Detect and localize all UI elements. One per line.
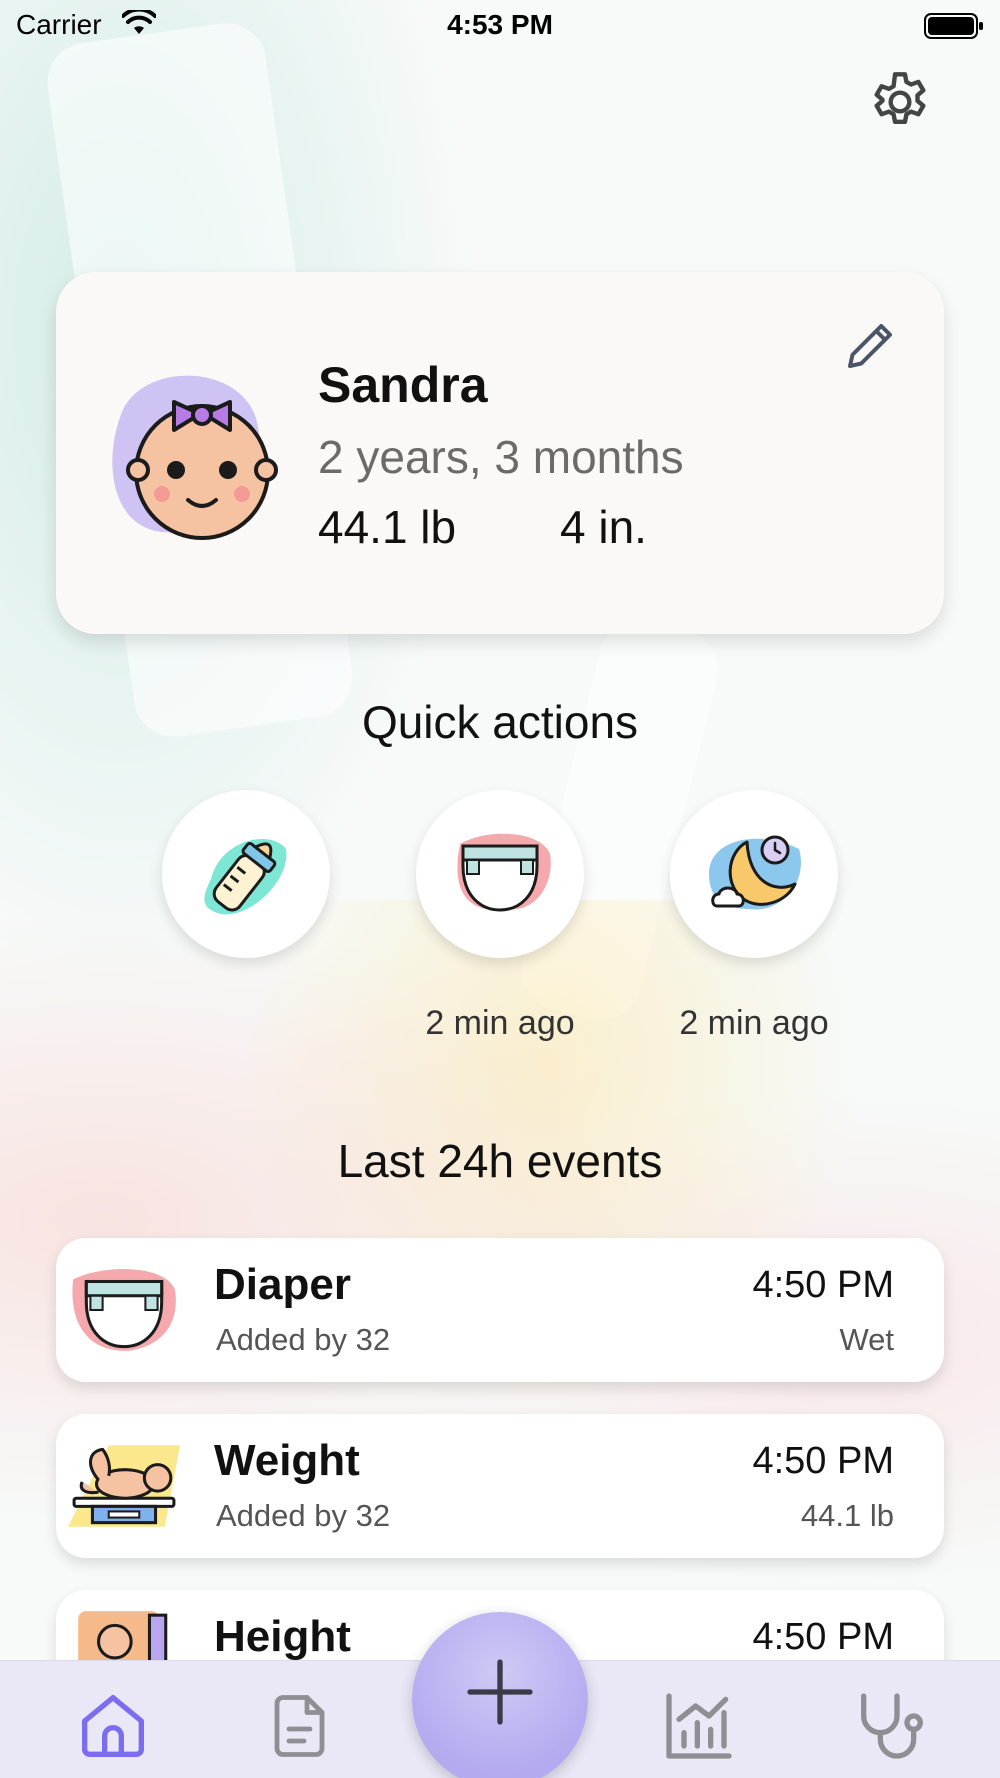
event-time: 4:50 PM [752, 1264, 894, 1306]
event-card-weight[interactable]: Weight Added by 32 4:50 PM 44.1 lb [56, 1414, 944, 1558]
event-detail: Wet [839, 1322, 894, 1357]
tab-home[interactable] [68, 1681, 158, 1771]
child-height: 4 in. [560, 501, 647, 553]
event-added-by: Added by 32 [216, 1498, 391, 1533]
add-icon [467, 1659, 533, 1725]
events-title: Last 24h events [337, 1135, 663, 1187]
event-added-by: Added by 32 [216, 1322, 391, 1357]
event-name: Diaper [214, 1260, 351, 1309]
document-icon [274, 1695, 325, 1757]
quick-action-diaper-button[interactable] [416, 790, 584, 958]
quick-action-diaper-caption: 2 min ago [425, 1004, 575, 1042]
pencil-icon [848, 324, 892, 368]
weight-scale-icon [68, 1434, 180, 1538]
stethoscope-icon [861, 1693, 923, 1759]
sleep-icon [709, 835, 801, 910]
child-age: 2 years, 3 months [318, 431, 684, 483]
quick-action-feeding-button[interactable] [162, 790, 330, 958]
event-card-diaper[interactable]: Diaper Added by 32 4:50 PM Wet [56, 1238, 944, 1382]
event-time: 4:50 PM [752, 1440, 894, 1482]
diaper-icon [68, 1258, 180, 1362]
quick-action-sleep-button[interactable] [670, 790, 838, 958]
event-detail: 44.1 lb [800, 1498, 894, 1533]
home-icon [82, 1695, 144, 1757]
gear-icon [874, 72, 926, 125]
avatar [92, 352, 292, 552]
event-name: Height [214, 1612, 351, 1661]
tab-health[interactable] [842, 1681, 932, 1771]
battery-icon [924, 12, 984, 47]
child-name: Sandra [318, 357, 488, 413]
child-weight: 44.1 lb [318, 501, 457, 553]
status-time: 4:53 PM [447, 9, 553, 40]
event-time: 4:50 PM [752, 1616, 894, 1658]
status-bar: Carrier 4:53 PM [0, 0, 1000, 50]
edit-profile-button[interactable] [840, 316, 900, 376]
event-name: Weight [214, 1436, 360, 1485]
child-profile-card[interactable]: Sandra 2 years, 3 months 44.1 lb 4 in. [56, 272, 944, 634]
settings-button[interactable] [860, 62, 940, 142]
quick-action-sleep-caption: 2 min ago [679, 1004, 829, 1042]
diaper-icon [457, 833, 551, 912]
bottle-icon [204, 839, 287, 915]
add-event-button[interactable] [412, 1612, 588, 1778]
tab-records[interactable] [256, 1681, 346, 1771]
chart-icon [666, 1693, 732, 1759]
quick-actions-title: Quick actions [361, 696, 639, 748]
tab-charts[interactable] [654, 1681, 744, 1771]
